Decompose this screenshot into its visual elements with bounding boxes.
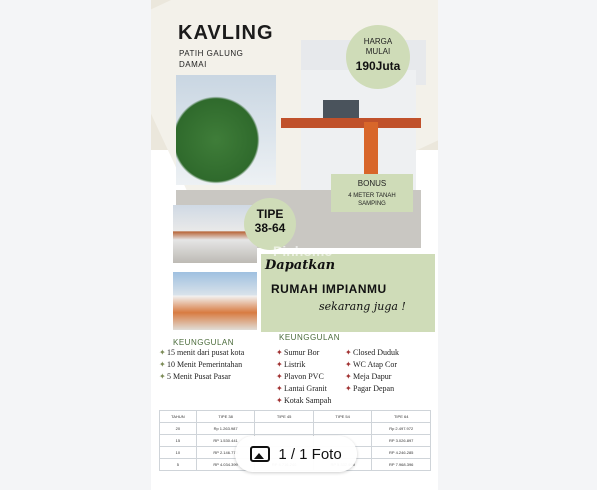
table-row: 20 Rp 1.263.987 Rp 2.497.972 — [159, 422, 431, 435]
watermark-text: Pinhome — [273, 243, 333, 259]
advantages-list-mid: ✦Sumur Bor ✦Listrik ✦Plavon PVC ✦Lantai … — [276, 347, 331, 407]
cta-line-3: sekarang juga ! — [319, 300, 406, 313]
list-item: ✦10 Menit Pemerintahan — [159, 360, 243, 369]
advantages-heading-right: KEUNGGULAN — [279, 333, 341, 342]
house-window — [323, 100, 359, 118]
bullet-icon: ✦ — [345, 372, 352, 381]
list-item: ✦Closed Duduk — [345, 348, 399, 357]
bonus-box: BONUS 4 METER TANAH SAMPING — [331, 174, 413, 212]
advantages-list-right: ✦Closed Duduk ✦WC Atap Cor ✦Meja Dapur ✦… — [345, 347, 399, 395]
photo-counter-button[interactable]: 1 / 1 Foto — [235, 436, 357, 472]
house-stripe — [281, 118, 421, 128]
bullet-icon: ✦ — [159, 372, 166, 381]
list-item: ✦WC Atap Cor — [345, 360, 397, 369]
bullet-icon: ✦ — [345, 360, 352, 369]
bullet-icon: ✦ — [159, 360, 166, 369]
photo-counter-label: 1 / 1 Foto — [278, 445, 342, 463]
advantages-list-left: ✦15 menit dari pusat kota ✦10 Menit Peme… — [159, 347, 244, 383]
gallery-icon — [250, 446, 271, 462]
price-value: 190Juta — [355, 59, 401, 73]
bullet-icon: ✦ — [159, 348, 166, 357]
list-item: ✦5 Menit Pusat Pasar — [159, 372, 231, 381]
type-label: TIPE — [256, 207, 284, 221]
advantages-heading-left: KEUNGGULAN — [173, 338, 235, 347]
list-item: ✦15 menit dari pusat kota — [159, 348, 245, 357]
bullet-icon: ✦ — [345, 348, 352, 357]
bonus-title: BONUS — [357, 179, 387, 188]
bullet-icon: ✦ — [276, 396, 283, 405]
price-badge: HARGA MULAI 190Juta — [346, 25, 410, 89]
type-value: 38-64 — [254, 221, 286, 235]
list-item: ✦Plavon PVC — [276, 372, 324, 381]
bullet-icon: ✦ — [276, 384, 283, 393]
list-item: ✦Lantai Granit — [276, 384, 327, 393]
list-item: ✦Sumur Bor — [276, 348, 320, 357]
list-item: ✦Meja Dapur — [345, 372, 392, 381]
table-header-row: TAHUN TIPE 38 TIPE 45 TIPE 54 TIPE 64 — [159, 410, 431, 423]
bonus-text: 4 METER TANAH SAMPING — [348, 193, 396, 207]
photo-viewer: KAVLING PATIH GALUNG DAMAI HARGA MULAI 1… — [0, 0, 597, 490]
bullet-icon: ✦ — [276, 348, 283, 357]
bullet-icon: ✦ — [345, 384, 352, 393]
property-poster-image[interactable]: KAVLING PATIH GALUNG DAMAI HARGA MULAI 1… — [151, 0, 438, 490]
cta-line-1: Dapatkan — [265, 258, 336, 273]
poster-location: PATIH GALUNG DAMAI — [179, 49, 244, 69]
bullet-icon: ✦ — [276, 360, 283, 369]
list-item: ✦Kotak Sampah — [276, 396, 332, 405]
poster-title: KAVLING — [178, 22, 274, 44]
price-label: HARGA MULAI — [363, 37, 393, 56]
cta-line-2: RUMAH IMPIANMU — [271, 282, 387, 296]
list-item: ✦Pagar Depan — [345, 384, 395, 393]
house-thumbnail-2 — [173, 272, 257, 330]
list-item: ✦Listrik — [276, 360, 306, 369]
bullet-icon: ✦ — [276, 372, 283, 381]
